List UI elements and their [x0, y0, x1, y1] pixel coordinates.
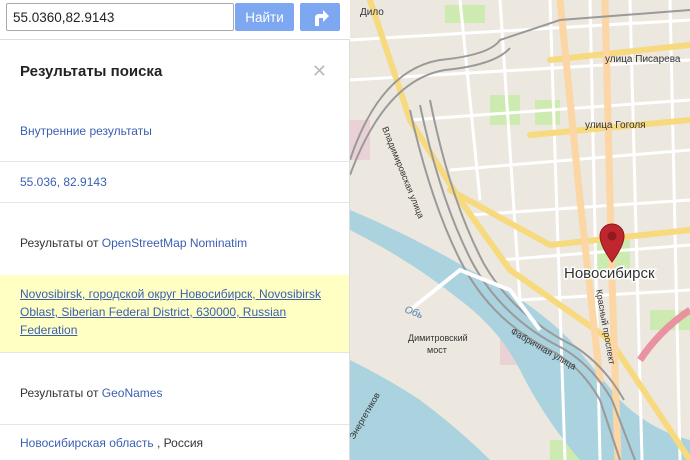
- internal-results-section: Внутренние результаты: [0, 124, 349, 138]
- osm-source-link[interactable]: OpenStreetMap Nominatim: [102, 236, 247, 250]
- search-results-panel: Результаты поиска ✕ Внутренние результат…: [0, 40, 350, 460]
- search-button[interactable]: Найти: [235, 3, 294, 31]
- osm-result-link[interactable]: Novosibirsk, городской округ Новосибирск…: [20, 287, 321, 337]
- map-label-bridge-1: Димитровский: [408, 333, 468, 343]
- geonames-result-country: , Россия: [153, 436, 204, 450]
- map-view[interactable]: Дило улица Писарева улица Гоголя Владими…: [350, 0, 690, 460]
- close-icon[interactable]: ✕: [312, 61, 327, 82]
- geonames-result-link[interactable]: Новосибирская область: [20, 436, 154, 450]
- search-input[interactable]: [6, 3, 234, 31]
- coords-result-row: 55.036, 82.9143: [0, 175, 349, 189]
- osm-result-item[interactable]: Novosibirsk, городской округ Новосибирск…: [0, 275, 349, 353]
- search-bar: Найти: [0, 0, 350, 40]
- divider: [0, 352, 349, 353]
- geonames-results-header: Результаты от GeoNames: [0, 386, 349, 400]
- geonames-result-row: Новосибирская область , Россия: [0, 436, 349, 450]
- internal-results-link[interactable]: Внутренние результаты: [20, 124, 152, 138]
- divider: [0, 424, 349, 425]
- divider: [0, 161, 349, 162]
- coords-result-link[interactable]: 55.036, 82.9143: [20, 175, 107, 189]
- directions-button[interactable]: [300, 3, 340, 31]
- divider: [0, 202, 349, 203]
- map-canvas[interactable]: Дило улица Писарева улица Гоголя Владими…: [350, 0, 690, 460]
- map-city-label: Новосибирск: [564, 265, 655, 282]
- panel-title: Результаты поиска: [20, 63, 163, 80]
- osm-prefix: Результаты от: [20, 236, 102, 250]
- map-label-top: Дило: [360, 7, 384, 18]
- map-label-pisareva: улица Писарева: [605, 54, 681, 65]
- geonames-source-link[interactable]: GeoNames: [102, 386, 163, 400]
- directions-icon: [315, 10, 329, 26]
- map-label-gogolya: улица Гоголя: [585, 120, 646, 131]
- geonames-prefix: Результаты от: [20, 386, 102, 400]
- osm-results-header: Результаты от OpenStreetMap Nominatim: [0, 236, 349, 250]
- map-label-bridge-2: мост: [427, 345, 447, 355]
